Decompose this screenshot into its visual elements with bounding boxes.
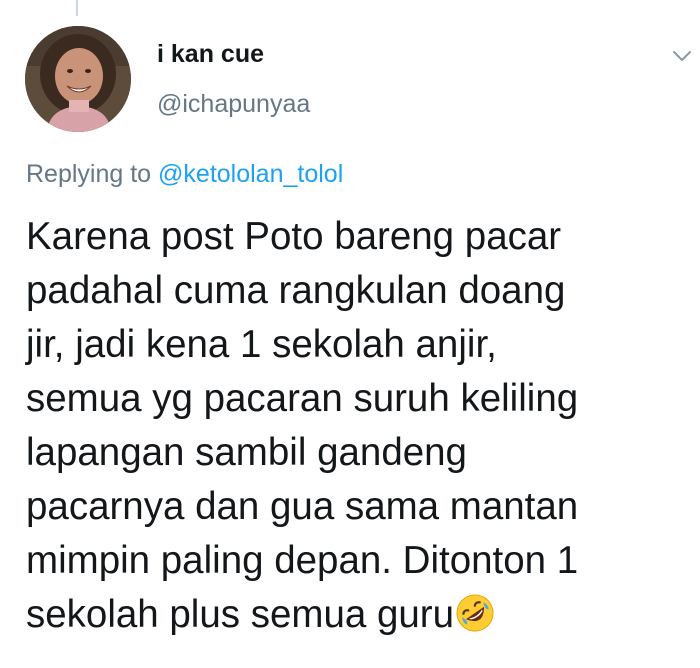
tweet-line: semua yg pacaran suruh keliling <box>26 377 579 420</box>
chevron-down-icon[interactable] <box>670 44 694 68</box>
thread-connector-line <box>76 0 78 16</box>
replying-to-mention-link[interactable]: @ketololan_tolol <box>158 160 343 188</box>
replying-to: Replying to @ketololan_tolol <box>26 160 343 189</box>
rolling-on-floor-laughing-emoji-icon <box>455 593 495 633</box>
profile-photo-icon <box>25 26 131 132</box>
tweet-text: Karena post Poto bareng pacar padahal cu… <box>26 210 690 642</box>
tweet-line: Karena post Poto bareng pacar <box>26 215 562 258</box>
tweet-line: jir, jadi kena 1 sekolah anjir, <box>26 323 497 366</box>
tweet-line: mimpin paling depan. Ditonton 1 <box>26 539 579 582</box>
tweet-last-line: sekolah plus semua guru <box>26 588 690 642</box>
author-display-name[interactable]: i kan cue <box>157 40 264 69</box>
tweet-line: padahal cuma rangkulan doang <box>26 269 566 312</box>
replying-to-label: Replying to <box>26 160 159 188</box>
author-handle[interactable]: @ichapunyaa <box>157 90 310 119</box>
tweet-line-text: sekolah plus semua guru <box>26 593 455 636</box>
avatar[interactable] <box>25 26 131 132</box>
tweet-line: lapangan sambil gandeng <box>26 431 467 474</box>
tweet-line: pacarnya dan gua sama mantan <box>26 485 579 528</box>
